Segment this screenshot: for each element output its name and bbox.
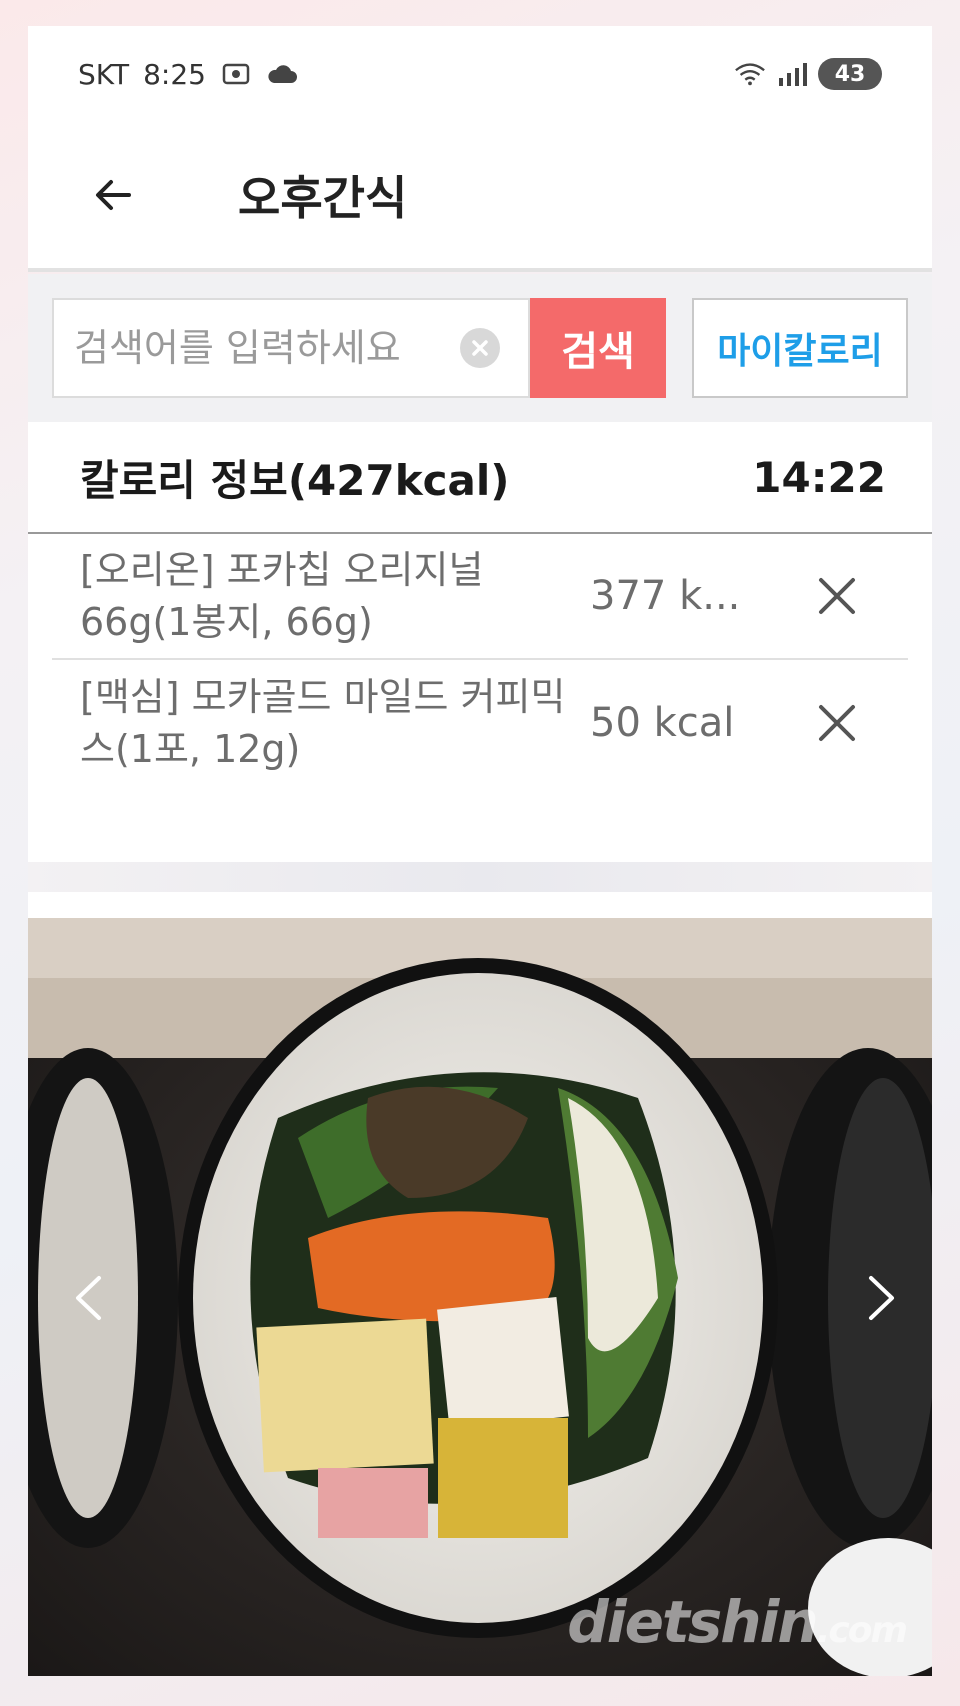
close-icon bbox=[472, 340, 488, 356]
search-input[interactable] bbox=[74, 326, 454, 370]
search-bar: 검색 마이칼로리 bbox=[28, 274, 932, 422]
food-name: [맥심] 모카골드 마일드 커피믹스(1포, 12g) bbox=[80, 675, 566, 771]
my-calorie-button[interactable]: 마이칼로리 bbox=[692, 298, 908, 398]
watermark-logo: dietshin.com bbox=[567, 1588, 908, 1656]
calorie-info-card: 칼로리 정보(427kcal) 14:22 [오리온] 포카칩 오리지널 66g… bbox=[28, 422, 932, 862]
close-icon bbox=[819, 578, 855, 614]
battery-level: 43 bbox=[834, 61, 866, 87]
previous-photo-button[interactable] bbox=[58, 1258, 118, 1338]
back-button[interactable] bbox=[68, 150, 158, 240]
search-button[interactable]: 검색 bbox=[530, 298, 666, 398]
food-name: [오리온] 포카칩 오리지널 66g(1봉지, 66g) bbox=[80, 548, 484, 644]
food-photo: dietshin.com bbox=[28, 918, 932, 1676]
chevron-left-icon bbox=[76, 1276, 101, 1320]
wifi-icon bbox=[734, 61, 766, 87]
arrow-left-icon bbox=[96, 180, 131, 210]
calorie-info-header: 칼로리 정보(427kcal) 14:22 bbox=[28, 422, 932, 534]
page-title: 오후간식 bbox=[238, 171, 408, 225]
watermark-suffix: .com bbox=[816, 1610, 908, 1651]
carrier-label: SKT bbox=[78, 57, 130, 91]
cloud-icon bbox=[266, 61, 298, 87]
meal-time[interactable]: 14:22 bbox=[752, 453, 886, 502]
food-item[interactable]: [오리온] 포카칩 오리지널 66g(1봉지, 66g) 377 k... bbox=[52, 534, 908, 660]
delete-food-button[interactable] bbox=[802, 688, 872, 758]
battery-indicator: 43 bbox=[818, 58, 882, 90]
food-kcal: 377 k... bbox=[590, 573, 741, 619]
clear-button[interactable] bbox=[460, 328, 500, 368]
next-photo-button[interactable] bbox=[852, 1258, 912, 1338]
signal-icon bbox=[776, 61, 808, 87]
watermark-text: dietshin bbox=[567, 1588, 818, 1656]
photo-section: dietshin.com bbox=[28, 892, 932, 1676]
chevron-right-icon bbox=[869, 1276, 894, 1320]
kimbap-illustration bbox=[28, 918, 932, 1676]
calorie-info-title: 칼로리 정보(427kcal) bbox=[80, 455, 510, 505]
app-header: 오후간식 bbox=[28, 122, 932, 272]
screenshot-icon bbox=[220, 61, 252, 87]
app-frame: SKT 8:25 43 오후간식 검색어를 입력하세요 검색 마이칼로리 칼로리… bbox=[28, 26, 932, 1676]
section-divider bbox=[28, 862, 932, 892]
status-bar: SKT 8:25 43 bbox=[28, 26, 932, 122]
search-field bbox=[52, 298, 530, 398]
food-kcal: 50 kcal bbox=[590, 700, 735, 746]
close-icon bbox=[819, 705, 855, 741]
delete-food-button[interactable] bbox=[802, 561, 872, 631]
food-item[interactable]: [맥심] 모카골드 마일드 커피믹스(1포, 12g) 50 kcal bbox=[52, 660, 908, 786]
food-list: [오리온] 포카칩 오리지널 66g(1봉지, 66g) 377 k... [맥… bbox=[28, 534, 932, 786]
clock: 8:25 bbox=[143, 57, 206, 91]
